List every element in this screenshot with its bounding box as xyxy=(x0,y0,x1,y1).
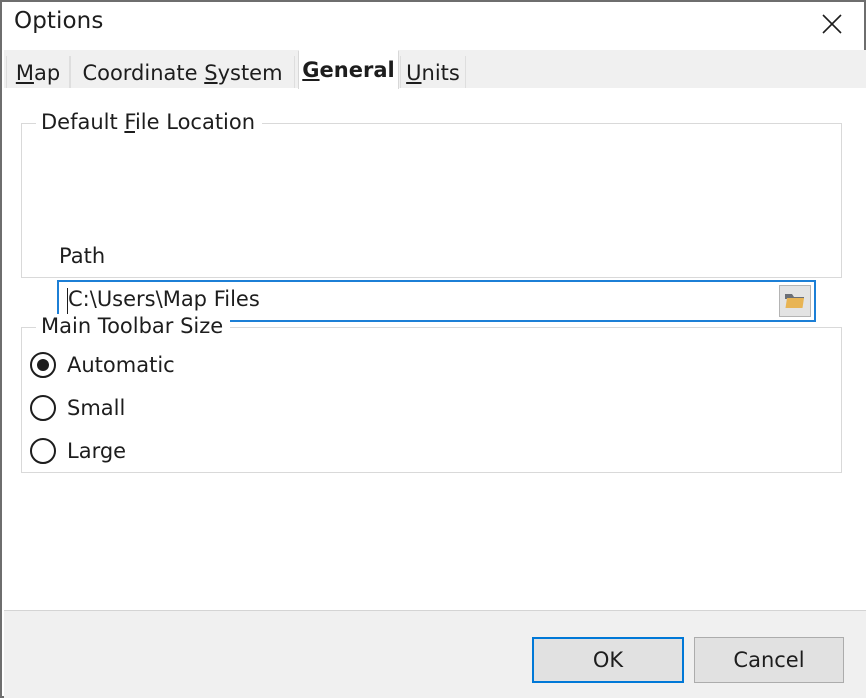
tab-strip: Map Coordinate System General Units xyxy=(4,50,866,89)
radio-small-label: Small xyxy=(67,396,126,420)
radio-automatic-mark xyxy=(30,352,56,378)
radio-large-mark xyxy=(30,438,56,464)
tab-map[interactable]: Map xyxy=(6,56,70,89)
path-label: Path xyxy=(59,244,106,268)
cancel-button[interactable]: Cancel xyxy=(694,637,844,683)
tab-units-label: nits xyxy=(421,60,460,85)
radio-toolbar-automatic[interactable]: Automatic xyxy=(30,352,175,378)
radio-toolbar-large[interactable]: Large xyxy=(30,438,126,464)
tab-map-mnemonic: M xyxy=(15,60,34,85)
folder-icon[interactable] xyxy=(779,285,811,317)
tab-units[interactable]: Units xyxy=(400,56,466,89)
group-default-file-location: Default File Location xyxy=(21,110,842,278)
ok-button[interactable]: OK xyxy=(532,637,684,683)
group-main-toolbar-size: Main Toolbar Size xyxy=(21,314,842,473)
radio-automatic-label: Automatic xyxy=(67,353,175,377)
tab-units-mnemonic: U xyxy=(406,60,422,85)
radio-small-mark xyxy=(30,395,56,421)
tab-coordinate-system[interactable]: Coordinate System xyxy=(70,56,295,89)
tab-map-label: ap xyxy=(33,60,61,85)
radio-large-label: Large xyxy=(67,439,127,463)
tab-content-general: Default File Location Path C:\Users\Map … xyxy=(4,88,866,610)
options-dialog: Options Map Coordinate System General Un… xyxy=(0,0,866,698)
group-default-file-location-mnemonic: F xyxy=(124,110,135,134)
tab-coordinate-system-mnemonic: S xyxy=(204,60,218,85)
window-title: Options xyxy=(14,8,104,34)
title-bar: Options xyxy=(2,2,864,48)
close-icon[interactable] xyxy=(800,2,864,46)
group-main-toolbar-size-title: Main Toolbar Size xyxy=(36,314,231,338)
tab-general-mnemonic: G xyxy=(302,58,320,82)
radio-toolbar-small[interactable]: Small xyxy=(30,395,125,421)
group-default-file-location-title: Default File Location xyxy=(36,110,263,134)
tab-coordinate-system-label: Coordinate xyxy=(82,60,205,85)
path-input-value: C:\Users\Map Files xyxy=(68,287,260,311)
tab-general-label: eneral xyxy=(319,58,395,82)
tab-general[interactable]: General xyxy=(298,50,399,89)
dialog-footer: OK Cancel xyxy=(4,610,866,698)
